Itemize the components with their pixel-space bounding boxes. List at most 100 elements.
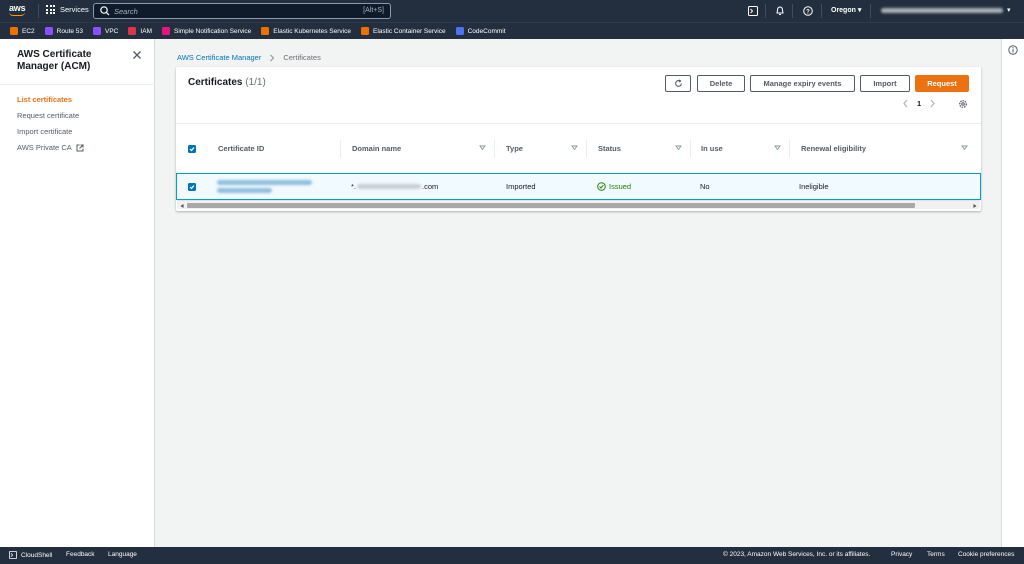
column-header-domain-name[interactable]: Domain name — [352, 124, 494, 173]
favorite-label: EC2 — [22, 27, 35, 35]
column-header-label: In use — [701, 144, 723, 153]
scrollbar-thumb[interactable] — [187, 203, 915, 208]
services-menu-button[interactable]: Services — [46, 5, 89, 14]
cookie-preferences-link[interactable]: Cookie preferences — [958, 551, 1014, 558]
manage-expiry-events-button[interactable]: Manage expiry events — [750, 75, 855, 92]
sidenav-item-list-certificates[interactable]: List certificates — [17, 92, 84, 108]
select-all-checkbox[interactable] — [188, 144, 196, 153]
favorite-sns[interactable]: Simple Notification Service — [161, 27, 251, 35]
import-button[interactable]: Import — [860, 75, 910, 92]
cloudshell-icon[interactable] — [746, 4, 760, 18]
codecommit-icon — [455, 27, 464, 35]
panel-title-count: (1/1) — [245, 77, 266, 88]
status-badge: Issued — [597, 174, 687, 199]
nav-divider — [870, 4, 871, 18]
gear-icon[interactable] — [958, 99, 968, 109]
column-divider[interactable] — [494, 140, 495, 158]
help-icon[interactable]: ? — [801, 4, 815, 18]
terms-link[interactable]: Terms — [927, 551, 945, 558]
column-divider[interactable] — [586, 140, 587, 158]
favorite-ec2[interactable]: EC2 — [10, 27, 35, 35]
current-page-number[interactable]: 1 — [917, 99, 921, 108]
pagination: 1 — [902, 99, 936, 108]
services-label: Services — [60, 5, 89, 14]
sort-icon — [961, 145, 968, 151]
sidenav-item-aws-private-ca[interactable]: AWS Private CA — [17, 140, 84, 156]
sort-icon — [774, 145, 781, 151]
renewal-eligibility-cell: Ineligible — [799, 182, 829, 191]
column-header-label: Renewal eligibility — [801, 144, 867, 153]
account-caret: ▾ — [1007, 7, 1011, 14]
nav-divider — [765, 4, 766, 18]
cloudshell-footer-button[interactable]: CloudShell — [9, 551, 52, 559]
refresh-icon — [674, 79, 682, 87]
feedback-link[interactable]: Feedback — [66, 551, 95, 558]
privacy-link[interactable]: Privacy — [891, 551, 912, 558]
column-divider[interactable] — [690, 140, 691, 158]
account-menu[interactable]: ▾ — [881, 6, 1011, 14]
search-input[interactable] — [114, 6, 344, 16]
search-shortcut-hint: [Alt+S] — [363, 7, 384, 14]
favorite-codecommit[interactable]: CodeCommit — [455, 27, 506, 35]
column-header-type[interactable]: Type — [506, 124, 586, 173]
domain-suffix: .com — [422, 182, 439, 191]
language-link[interactable]: Language — [108, 551, 137, 558]
horizontal-scrollbar[interactable] — [177, 200, 980, 209]
scroll-left-icon[interactable] — [179, 203, 185, 209]
favorite-label: CodeCommit — [467, 27, 506, 35]
chevron-right-icon[interactable] — [929, 99, 936, 108]
chevron-left-icon[interactable] — [902, 99, 909, 108]
scroll-right-icon[interactable] — [972, 203, 978, 209]
nav-divider — [38, 4, 39, 18]
column-divider[interactable] — [789, 140, 790, 158]
sidenav-list: List certificates Request certificate Im… — [17, 92, 84, 156]
delete-button[interactable]: Delete — [697, 75, 745, 92]
chevron-right-icon — [270, 54, 275, 61]
favorite-iam[interactable]: IAM — [128, 27, 152, 35]
info-icon[interactable] — [1008, 45, 1018, 55]
favorite-route53[interactable]: Route 53 — [44, 27, 83, 35]
favorite-label: Elastic Container Service — [372, 27, 446, 35]
favorite-eks[interactable]: Elastic Kubernetes Service — [261, 27, 351, 35]
column-header-label: Status — [598, 144, 621, 153]
sort-icon — [571, 145, 578, 151]
sidenav-item-label: Request certificate — [17, 111, 80, 120]
sidenav-divider — [0, 84, 155, 85]
column-header-certificate-id[interactable]: Certificate ID — [218, 124, 340, 173]
search-bar[interactable]: [Alt+S] — [93, 3, 391, 19]
column-header-in-use[interactable]: In use — [701, 124, 789, 173]
sort-icon — [675, 145, 682, 151]
ecs-icon — [360, 27, 369, 35]
region-selector[interactable]: Oregon ▾ — [831, 6, 861, 14]
request-button[interactable]: Request — [915, 75, 969, 92]
favorite-vpc[interactable]: VPC — [93, 27, 118, 35]
sidenav-item-import-certificate[interactable]: Import certificate — [17, 124, 84, 140]
notifications-bell-icon[interactable] — [773, 4, 787, 18]
column-divider[interactable] — [340, 140, 341, 158]
terminal-icon — [9, 551, 17, 559]
aws-logo[interactable]: aws — [9, 4, 31, 18]
account-name-redacted — [881, 7, 1003, 13]
nav-divider — [792, 4, 793, 18]
sidenav-item-request-certificate[interactable]: Request certificate — [17, 108, 84, 124]
column-header-label: Type — [506, 144, 523, 153]
status-label: Issued — [609, 182, 632, 191]
certificate-id-link[interactable] — [217, 174, 327, 199]
column-header-renewal-eligibility[interactable]: Renewal eligibility — [801, 124, 976, 173]
refresh-button[interactable] — [665, 75, 691, 92]
close-icon[interactable] — [132, 50, 142, 60]
breadcrumb-root-link[interactable]: AWS Certificate Manager — [177, 53, 261, 62]
domain-name-redacted — [357, 184, 422, 189]
top-navigation-bar: aws Services [Alt+S] ? Oregon ▾ ▾ — [0, 0, 1024, 22]
favorite-ecs[interactable]: Elastic Container Service — [360, 27, 446, 35]
panel-title-text: Certificates — [188, 77, 243, 88]
services-grid-icon — [46, 5, 55, 14]
sidenav-item-label: List certificates — [17, 95, 73, 104]
nav-divider — [821, 4, 822, 18]
row-checkbox[interactable] — [188, 182, 196, 191]
table-row[interactable]: *. .com Imported Issued No Ineligible — [176, 173, 981, 200]
column-header-label: Certificate ID — [218, 144, 265, 153]
column-header-status[interactable]: Status — [598, 124, 690, 173]
domain-name-cell: *. .com — [351, 174, 491, 199]
help-panel-rail — [1001, 39, 1024, 547]
